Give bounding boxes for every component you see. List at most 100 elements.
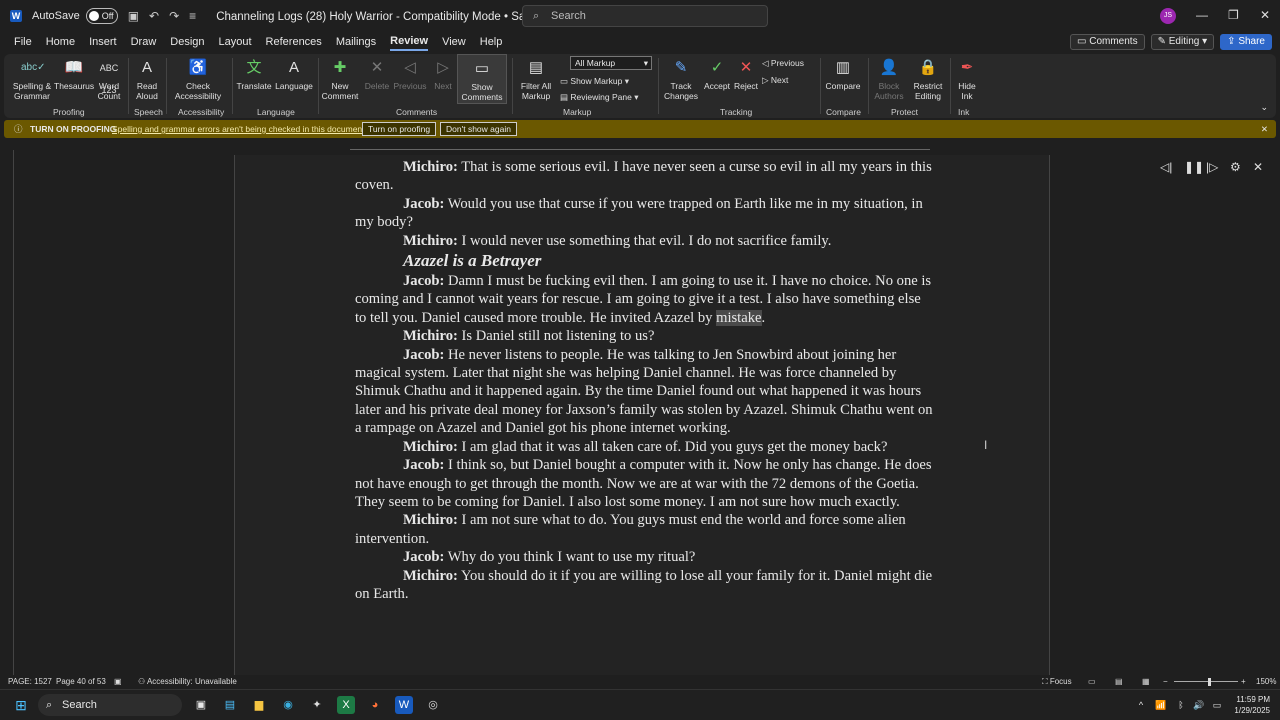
proofing-status-icon[interactable]: ▣ bbox=[114, 675, 122, 689]
read-aloud-settings-icon[interactable]: ⚙ bbox=[1230, 160, 1241, 174]
delete-comment-button[interactable]: ✕ Delete bbox=[362, 54, 392, 91]
tab-home[interactable]: Home bbox=[46, 34, 75, 50]
tab-mailings[interactable]: Mailings bbox=[336, 34, 376, 50]
undo-icon[interactable]: ↶ bbox=[149, 9, 159, 23]
focus-button[interactable]: ⛶ Focus bbox=[1042, 675, 1072, 689]
search-input[interactable]: ⌕ Search bbox=[522, 5, 768, 27]
block-authors-button[interactable]: 👤 Block Authors bbox=[872, 54, 906, 101]
web-layout-icon[interactable]: ▦ bbox=[1142, 675, 1150, 689]
editing-mode-button[interactable]: ✎ Editing ▾ bbox=[1150, 34, 1215, 50]
restrict-editing-button[interactable]: 🔒 Restrict Editing bbox=[908, 54, 948, 101]
tab-layout[interactable]: Layout bbox=[219, 34, 252, 50]
previous-comment-button[interactable]: ◁ Previous bbox=[392, 54, 428, 91]
customize-qat-icon[interactable]: ≡ bbox=[189, 9, 196, 23]
close-window-icon[interactable]: ✕ bbox=[1260, 8, 1270, 22]
tab-file[interactable]: File bbox=[14, 34, 32, 50]
bluetooth-icon[interactable]: ᛒ bbox=[1172, 696, 1190, 714]
windows-start-icon[interactable]: ⊞ bbox=[12, 696, 30, 714]
paragraph[interactable]: Michiro: Is Daniel still not listening t… bbox=[355, 327, 933, 345]
dont-show-again-button[interactable]: Don't show again bbox=[440, 122, 517, 136]
app-icon[interactable]: ✦ bbox=[308, 696, 326, 714]
show-comments-button[interactable]: ▭ Show Comments bbox=[457, 54, 507, 104]
check-accessibility-button[interactable]: ♿ Check Accessibility bbox=[170, 54, 226, 101]
read-aloud-pause-icon[interactable]: ❚❚ bbox=[1184, 160, 1204, 174]
zoom-out-icon[interactable]: − bbox=[1163, 675, 1168, 689]
word-taskbar-icon[interactable]: W bbox=[395, 696, 413, 714]
battery-icon[interactable]: ▭ bbox=[1208, 696, 1226, 714]
tab-references[interactable]: References bbox=[266, 34, 322, 50]
print-layout-icon[interactable]: ▤ bbox=[1115, 675, 1123, 689]
comments-button[interactable]: ▭ Comments bbox=[1069, 34, 1145, 50]
task-view-icon[interactable]: ▣ bbox=[192, 696, 210, 714]
reject-button[interactable]: ✕ Reject bbox=[732, 54, 760, 91]
previous-change-button[interactable]: ◁ Previous bbox=[762, 58, 804, 69]
reviewing-pane-button[interactable]: ▤ Reviewing Pane ▾ bbox=[560, 92, 638, 103]
tab-help[interactable]: Help bbox=[480, 34, 503, 50]
next-change-button[interactable]: ▷ Next bbox=[762, 75, 788, 86]
document-text[interactable]: Michiro: That is some serious evil. I ha… bbox=[355, 158, 933, 603]
tab-review[interactable]: Review bbox=[390, 33, 429, 51]
show-markup-button[interactable]: ▭ Show Markup ▾ bbox=[560, 76, 629, 87]
new-comment-button[interactable]: ✚ New Comment bbox=[320, 54, 360, 101]
collapse-ribbon-icon[interactable]: ⌄ bbox=[1260, 102, 1268, 113]
page-counter[interactable]: PAGE: 1527 bbox=[8, 675, 52, 689]
avatar[interactable]: JS bbox=[1160, 8, 1176, 24]
track-changes-button[interactable]: ✎ Track Changes bbox=[660, 54, 702, 101]
volume-icon[interactable]: 🔊 bbox=[1190, 696, 1208, 714]
tab-draw[interactable]: Draw bbox=[131, 34, 157, 50]
paragraph[interactable]: Jacob: He never listens to people. He wa… bbox=[355, 346, 933, 438]
word-count-button[interactable]: ABC 123 Word Count bbox=[94, 54, 124, 101]
widgets-icon[interactable]: ▤ bbox=[221, 696, 239, 714]
paragraph[interactable]: Jacob: Damn I must be fucking evil then.… bbox=[355, 272, 933, 327]
language-button[interactable]: A Language bbox=[274, 54, 314, 91]
selected-word[interactable]: mistake bbox=[716, 309, 762, 326]
tab-view[interactable]: View bbox=[442, 34, 466, 50]
excel-icon[interactable]: X bbox=[337, 696, 355, 714]
read-aloud-next-icon[interactable]: |▷ bbox=[1206, 160, 1218, 174]
section-heading[interactable]: Azazel is a Betrayer bbox=[355, 250, 933, 272]
compare-button[interactable]: ▥ Compare bbox=[822, 54, 864, 91]
paragraph[interactable]: Michiro: That is some serious evil. I ha… bbox=[355, 158, 933, 195]
filter-all-markup-button[interactable]: ▤ Filter All Markup bbox=[515, 54, 557, 101]
read-aloud-previous-icon[interactable]: ◁| bbox=[1160, 160, 1172, 174]
restore-icon[interactable]: ❐ bbox=[1228, 8, 1239, 22]
redo-icon[interactable]: ↷ bbox=[169, 9, 179, 23]
minimize-icon[interactable]: — bbox=[1196, 8, 1208, 22]
paragraph[interactable]: Michiro: I am glad that it was all taken… bbox=[355, 438, 933, 456]
wifi-icon[interactable]: 📶 bbox=[1152, 696, 1170, 714]
zoom-slider[interactable] bbox=[1174, 681, 1238, 682]
read-aloud-close-icon[interactable]: ✕ bbox=[1253, 160, 1263, 174]
close-notice-icon[interactable]: ✕ bbox=[1261, 120, 1268, 138]
zoom-slider-thumb[interactable] bbox=[1208, 678, 1211, 686]
read-aloud-button[interactable]: A Read Aloud bbox=[132, 54, 162, 101]
tray-chevron-icon[interactable]: ^ bbox=[1132, 696, 1150, 714]
hide-ink-button[interactable]: ✒ Hide Ink bbox=[952, 54, 982, 101]
turn-on-proofing-button[interactable]: Turn on proofing bbox=[362, 122, 437, 136]
tab-insert[interactable]: Insert bbox=[89, 34, 117, 50]
firefox-icon[interactable]: ◕ bbox=[366, 696, 384, 714]
paragraph[interactable]: Michiro: I would never use something tha… bbox=[355, 232, 933, 250]
markup-view-select[interactable]: All Markup ▾ bbox=[570, 56, 652, 70]
save-icon[interactable]: ▣ bbox=[128, 9, 139, 23]
document-page[interactable]: Michiro: That is some serious evil. I ha… bbox=[234, 155, 1050, 675]
taskbar-clock[interactable]: 11:59 PM 1/29/2025 bbox=[1228, 694, 1270, 716]
obs-icon[interactable]: ◎ bbox=[424, 696, 442, 714]
accept-button[interactable]: ✓ Accept bbox=[702, 54, 732, 91]
spelling-grammar-button[interactable]: abc✓ Spelling & Grammar bbox=[12, 54, 52, 101]
next-comment-button[interactable]: ▷ Next bbox=[428, 54, 458, 91]
paragraph[interactable]: Jacob: I think so, but Daniel bought a c… bbox=[355, 456, 933, 511]
share-button[interactable]: ⇪ Share bbox=[1220, 34, 1272, 50]
paragraph[interactable]: Michiro: You should do it if you are wil… bbox=[355, 567, 933, 604]
paragraph[interactable]: Michiro: I am not sure what to do. You g… bbox=[355, 511, 933, 548]
zoom-level[interactable]: 150% bbox=[1256, 675, 1276, 689]
paragraph[interactable]: Jacob: Would you use that curse if you w… bbox=[355, 195, 933, 232]
file-explorer-icon[interactable]: ▆ bbox=[250, 696, 268, 714]
accessibility-status[interactable]: ⚇ Accessibility: Unavailable bbox=[138, 675, 237, 689]
page-position[interactable]: Page 40 of 53 bbox=[56, 675, 106, 689]
translate-button[interactable]: 文 Translate bbox=[236, 54, 272, 91]
tab-design[interactable]: Design bbox=[170, 34, 204, 50]
read-mode-icon[interactable]: ▭ bbox=[1088, 675, 1096, 689]
edge-icon[interactable]: ◉ bbox=[279, 696, 297, 714]
paragraph[interactable]: Jacob: Why do you think I want to use my… bbox=[355, 548, 933, 566]
notice-message-link[interactable]: Spelling and grammar errors aren't being… bbox=[112, 120, 367, 138]
